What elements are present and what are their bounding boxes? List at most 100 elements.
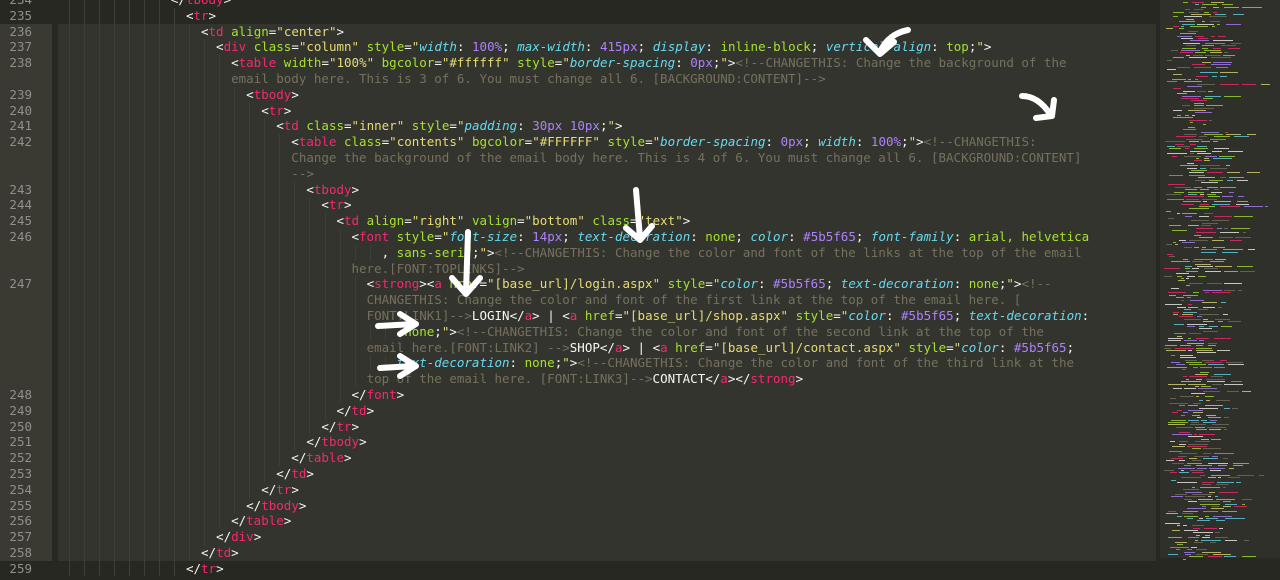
indent-guide	[98, 418, 100, 435]
code-line[interactable]: Change the background of the email body …	[58, 149, 1156, 166]
indent-guide	[234, 465, 236, 482]
minimap-stroke	[1213, 141, 1218, 143]
code-token: none	[705, 228, 736, 244]
code-line[interactable]: here.[FONT:TOPLINKS]-->	[58, 260, 1156, 277]
code-line[interactable]: <table width="100%" bgcolor="#ffffff" st…	[58, 55, 1156, 71]
code-line[interactable]: top of the email here. [FONT:LINK3]-->CO…	[58, 371, 1156, 387]
minimap-stroke	[1196, 232, 1216, 234]
code-line[interactable]: <td class="inner" style="padding: 30px 1…	[58, 118, 1156, 135]
minimap-stroke	[1198, 309, 1208, 311]
code-line[interactable]: <tbody>	[58, 86, 1156, 103]
indent-guide	[128, 481, 130, 498]
code-line[interactable]: , sans-serif;"><!--CHANGETHIS: Change th…	[58, 244, 1156, 261]
minimap-stroke	[1212, 220, 1229, 222]
minimap-stroke	[1188, 78, 1191, 80]
code-line[interactable]: </tr>	[58, 481, 1156, 498]
minimap-stroke	[1213, 11, 1217, 13]
code-line[interactable]: email here.[FONT:LINK2] -->SHOP</a> | <a…	[58, 339, 1156, 356]
minimap-stroke	[1195, 35, 1204, 37]
minimap-stroke	[1182, 23, 1195, 25]
minimap-stroke	[1185, 491, 1202, 493]
indent-guide	[264, 292, 266, 308]
indent-guide	[189, 276, 190, 293]
code-token: href	[449, 276, 480, 292]
code-line[interactable]: <table class="contents" bgcolor="#FFFFFF…	[58, 134, 1156, 150]
minimap-stroke	[1171, 50, 1178, 51]
code-token: =	[291, 39, 299, 55]
code-line[interactable]: <div class="column" style="width: 100%; …	[58, 39, 1156, 56]
code-line[interactable]: </table>	[58, 450, 1156, 466]
indent-guide	[294, 434, 296, 451]
indent-guide	[158, 181, 160, 198]
minimap-stroke	[1201, 249, 1217, 251]
line-number	[0, 70, 52, 87]
code-line[interactable]: </tbody>	[58, 434, 1156, 451]
indent-guide	[173, 418, 175, 435]
code-area[interactable]: </tbody> <tr> <td align="center"> <div c…	[58, 0, 1156, 577]
minimap-stroke	[1193, 54, 1203, 56]
code-line[interactable]: <tr>	[58, 102, 1156, 119]
code-line[interactable]: </tr>	[58, 560, 1156, 577]
code-token: style	[908, 339, 947, 355]
code-line[interactable]: <tr>	[58, 7, 1156, 24]
code-line[interactable]: <strong><a href="[base_url]/login.aspx" …	[58, 276, 1156, 293]
indent-guide	[68, 276, 70, 293]
code-line[interactable]: <td align="right" valign="bottom" class=…	[58, 213, 1156, 229]
code-token: <	[216, 39, 224, 55]
code-line[interactable]: </table>	[58, 513, 1156, 530]
code-line[interactable]: </tbody>	[58, 497, 1156, 514]
minimap-stroke	[1186, 285, 1190, 287]
code-token: CHANGETHIS: Change the color and font of…	[366, 292, 1022, 308]
code-token: "	[479, 244, 487, 260]
minimap-stroke	[1171, 362, 1180, 363]
code-editor[interactable]: 2342352362372382392402412422432442452462…	[0, 0, 1160, 580]
indent-guide	[264, 386, 266, 403]
minimap[interactable]	[1160, 0, 1280, 580]
code-line[interactable]: </font>	[58, 386, 1156, 403]
code-line[interactable]: </td>	[58, 544, 1156, 561]
code-line[interactable]: <tr>	[58, 197, 1156, 214]
code-token: text-decoration	[840, 276, 954, 292]
minimap-stroke	[1192, 268, 1199, 270]
code-line[interactable]: none;"><!--CHANGETHIS: Change the color …	[58, 323, 1156, 340]
minimap-stroke	[1165, 304, 1182, 306]
indent-guide	[189, 86, 190, 103]
code-line[interactable]: <td align="center">	[58, 23, 1156, 40]
indent-guide	[113, 513, 115, 530]
code-line[interactable]: text-decoration: none;"><!--CHANGETHIS: …	[58, 355, 1156, 372]
indent-guide	[189, 323, 190, 340]
line-number: 257	[0, 529, 52, 545]
minimap-stroke	[1194, 9, 1203, 11]
code-token: 30px 10px	[532, 118, 600, 134]
indent-guide	[219, 481, 221, 498]
code-line[interactable]: CHANGETHIS: Change the color and font of…	[58, 292, 1156, 308]
code-line[interactable]: </td>	[58, 465, 1156, 482]
code-token: ;	[735, 228, 751, 244]
code-token: padding	[464, 118, 518, 134]
code-line[interactable]: FONT:LINK1]-->LOGIN</a> | <a href="[base…	[58, 307, 1156, 324]
minimap-stroke	[1183, 294, 1198, 296]
minimap-stroke	[1185, 215, 1192, 217]
minimap-stroke	[1180, 52, 1193, 54]
minimap-stroke	[1185, 266, 1192, 267]
code-line[interactable]: </tbody>	[58, 0, 1156, 8]
indent-guide	[204, 465, 206, 482]
code-line[interactable]: </td>	[58, 402, 1156, 419]
indent-guide	[158, 529, 160, 545]
indent-guide	[279, 434, 281, 451]
code-line[interactable]: email body here. This is 3 of 6. You mus…	[58, 70, 1156, 87]
line-number: 234	[0, 0, 52, 8]
code-line[interactable]: <font style="font-size: 14px; text-decor…	[58, 228, 1156, 245]
minimap-stroke	[1220, 359, 1227, 361]
indent-guide	[128, 0, 130, 8]
indent-guide	[279, 228, 281, 245]
code-line[interactable]: <tbody>	[58, 181, 1156, 198]
minimap-stroke	[1206, 378, 1225, 380]
minimap-stroke	[1222, 251, 1238, 253]
code-line[interactable]: </div>	[58, 529, 1156, 545]
code-line[interactable]: </tr>	[58, 418, 1156, 435]
code-line[interactable]: -->	[58, 165, 1156, 182]
